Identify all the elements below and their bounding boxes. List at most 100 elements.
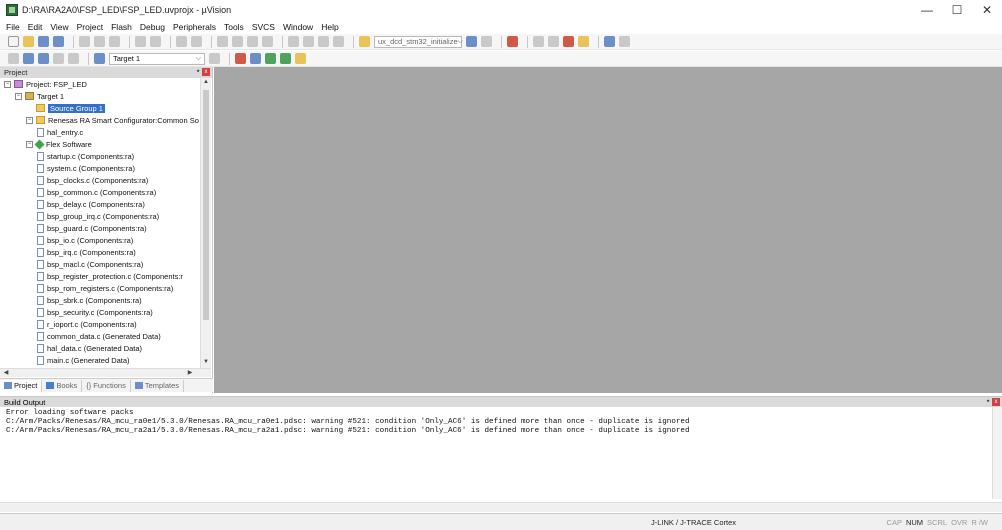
tree-item[interactable]: bsp_irq.c (Components:ra): [0, 246, 200, 258]
incremental-find-icon[interactable]: [481, 36, 492, 47]
indent-icon[interactable]: [288, 36, 299, 47]
tree-item[interactable]: bsp_macl.c (Components:ra): [0, 258, 200, 270]
tree-item[interactable]: bsp_group_irq.c (Components:ra): [0, 210, 200, 222]
new-file-icon[interactable]: [8, 36, 19, 47]
close-panel-icon[interactable]: x: [202, 68, 210, 76]
unindent-icon[interactable]: [303, 36, 314, 47]
paste-icon[interactable]: [109, 36, 120, 47]
menu-window[interactable]: Window: [283, 22, 313, 32]
previous-bookmark-icon[interactable]: [232, 36, 243, 47]
tab-functions[interactable]: {} Functions: [82, 379, 131, 392]
tree-item[interactable]: bsp_guard.c (Components:ra): [0, 222, 200, 234]
scrollbar-thumb[interactable]: [203, 90, 209, 320]
file-extensions-icon[interactable]: [235, 53, 246, 64]
tree-item[interactable]: Source Group 1: [0, 102, 200, 114]
tree-item[interactable]: startup.c (Components:ra): [0, 150, 200, 162]
select-software-packs-icon[interactable]: [280, 53, 291, 64]
translate-icon[interactable]: [8, 53, 19, 64]
scroll-left-icon[interactable]: ◀: [2, 369, 10, 377]
tree-item[interactable]: hal_entry.c: [0, 126, 200, 138]
tree-item[interactable]: bsp_sbrk.c (Components:ra): [0, 294, 200, 306]
build-output-horizontal-scrollbar[interactable]: [0, 502, 1002, 512]
pack-installer-icon[interactable]: [295, 53, 306, 64]
build-output-scrollbar[interactable]: [992, 407, 1002, 499]
menu-file[interactable]: File: [6, 22, 20, 32]
scroll-down-icon[interactable]: ▼: [202, 359, 210, 367]
bookmark-icon[interactable]: [217, 36, 228, 47]
tree-item[interactable]: bsp_io.c (Components:ra): [0, 234, 200, 246]
tab-templates[interactable]: Templates: [131, 379, 184, 392]
tree-item[interactable]: bsp_security.c (Components:ra): [0, 306, 200, 318]
menu-flash[interactable]: Flash: [111, 22, 132, 32]
cut-icon[interactable]: [79, 36, 90, 47]
build-icon[interactable]: [23, 53, 34, 64]
uncomment-icon[interactable]: [333, 36, 344, 47]
target-options-icon[interactable]: [209, 53, 220, 64]
stop-build-icon[interactable]: [68, 53, 79, 64]
pin-icon[interactable]: ⭑: [986, 398, 990, 406]
tree-item[interactable]: main.c (Generated Data): [0, 354, 200, 366]
navigate-back-icon[interactable]: [176, 36, 187, 47]
menu-project[interactable]: Project: [77, 22, 103, 32]
menu-help[interactable]: Help: [321, 22, 338, 32]
tree-item[interactable]: common_data.c (Generated Data): [0, 330, 200, 342]
save-icon[interactable]: [38, 36, 49, 47]
open-file-icon[interactable]: [23, 36, 34, 47]
tree-item[interactable]: − Flex Software: [0, 138, 200, 150]
scroll-up-icon[interactable]: ▲: [202, 79, 210, 87]
save-all-icon[interactable]: [53, 36, 64, 47]
close-panel-icon[interactable]: x: [992, 398, 1000, 406]
debug-session-icon[interactable]: [507, 36, 518, 47]
project-tree-scrollbar[interactable]: ▲ ▼: [200, 78, 211, 368]
menu-edit[interactable]: Edit: [28, 22, 43, 32]
batch-build-icon[interactable]: [53, 53, 64, 64]
next-bookmark-icon[interactable]: [247, 36, 258, 47]
close-button[interactable]: ✕: [972, 0, 1002, 20]
collapse-toggle-icon[interactable]: −: [26, 140, 33, 148]
tree-item[interactable]: bsp_delay.c (Components:ra): [0, 198, 200, 210]
navigate-forward-icon[interactable]: [191, 36, 202, 47]
minimize-button[interactable]: —: [912, 0, 942, 20]
maximize-button[interactable]: ☐: [942, 0, 972, 20]
manage-project-items-icon[interactable]: [250, 53, 261, 64]
tab-books[interactable]: Books: [42, 379, 83, 392]
target-select[interactable]: Target 1 ⌵: [109, 52, 205, 65]
comment-icon[interactable]: [318, 36, 329, 47]
redo-icon[interactable]: [150, 36, 161, 47]
tree-item[interactable]: r_ioport.c (Components:ra): [0, 318, 200, 330]
tree-item[interactable]: bsp_clocks.c (Components:ra): [0, 174, 200, 186]
find-in-files-icon[interactable]: [359, 36, 370, 47]
tab-project[interactable]: Project: [0, 379, 43, 392]
tree-item[interactable]: system.c (Components:ra): [0, 162, 200, 174]
tree-item[interactable]: − Project: FSP_LED: [0, 78, 200, 90]
scroll-right-icon[interactable]: ▶: [186, 369, 194, 377]
clear-bookmarks-icon[interactable]: [262, 36, 273, 47]
kill-breakpoints-icon[interactable]: [563, 36, 574, 47]
find-icon[interactable]: [466, 36, 477, 47]
tree-item[interactable]: − Renesas RA Smart Configurator:Common So: [0, 114, 200, 126]
insert-breakpoint-icon[interactable]: [533, 36, 544, 47]
tree-item[interactable]: bsp_register_protection.c (Components:r: [0, 270, 200, 282]
tree-item[interactable]: bsp_rom_registers.c (Components:ra): [0, 282, 200, 294]
tree-item[interactable]: − Target 1: [0, 90, 200, 102]
menu-debug[interactable]: Debug: [140, 22, 165, 32]
editor-area[interactable]: [214, 67, 1002, 393]
download-icon[interactable]: [94, 53, 105, 64]
tree-item[interactable]: hal_data.c (Generated Data): [0, 342, 200, 354]
collapse-toggle-icon[interactable]: −: [26, 116, 33, 124]
pin-icon[interactable]: ⭑: [196, 68, 200, 76]
find-combo[interactable]: ux_dcd_stm32_initialize ⌵: [374, 35, 463, 48]
configure-icon[interactable]: [578, 36, 589, 47]
window-layout-icon[interactable]: [604, 36, 615, 47]
wrench-icon[interactable]: [619, 36, 630, 47]
rebuild-icon[interactable]: [38, 53, 49, 64]
project-tree-horizontal-scrollbar[interactable]: ◀ ▶: [0, 368, 211, 377]
collapse-toggle-icon[interactable]: −: [15, 92, 22, 100]
undo-icon[interactable]: [135, 36, 146, 47]
tree-item[interactable]: bsp_common.c (Components:ra): [0, 186, 200, 198]
collapse-toggle-icon[interactable]: −: [4, 80, 11, 88]
menu-peripherals[interactable]: Peripherals: [173, 22, 216, 32]
menu-tools[interactable]: Tools: [224, 22, 244, 32]
menu-view[interactable]: View: [50, 22, 68, 32]
enable-breakpoint-icon[interactable]: [548, 36, 559, 47]
